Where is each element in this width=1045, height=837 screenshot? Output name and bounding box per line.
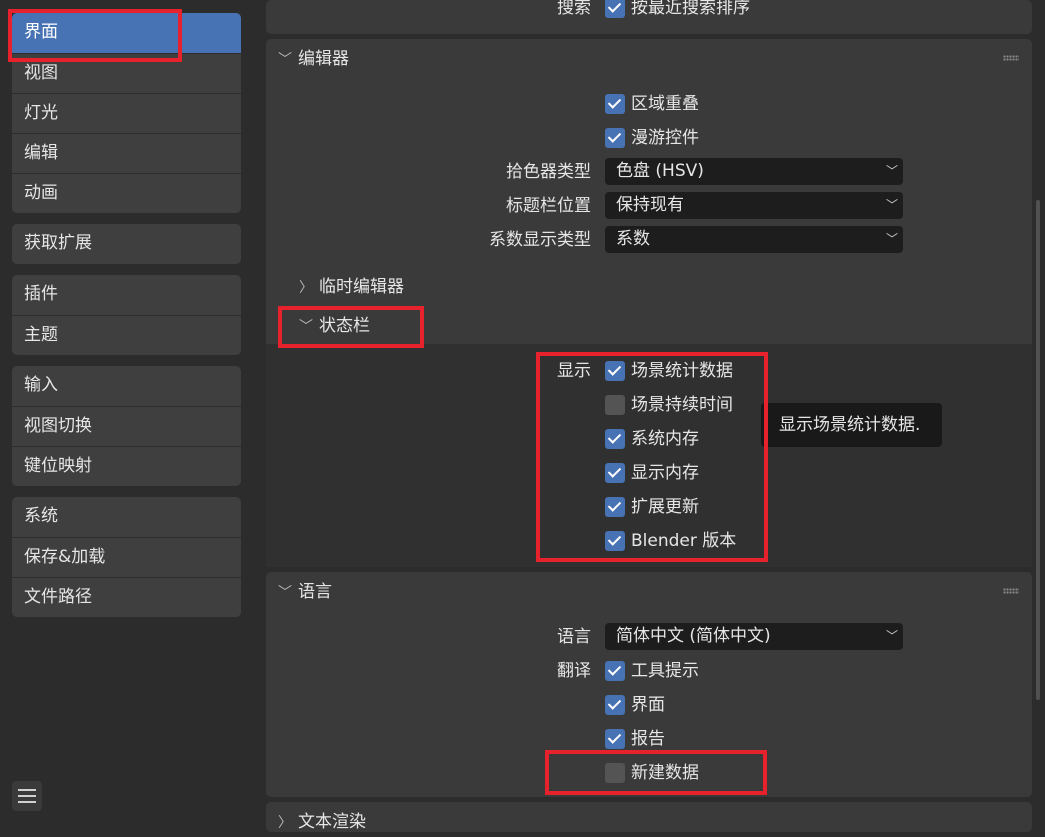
sidebar-group-4: 输入 视图切换 键位映射: [12, 366, 241, 486]
language-label: 语言: [557, 627, 591, 647]
chevron-down-icon: ﹀: [885, 164, 898, 178]
chevron-down-icon: ﹀: [885, 232, 898, 246]
editor-panel-header[interactable]: ﹀ 编辑器: [278, 45, 349, 73]
chevron-right-icon: 〉: [278, 815, 292, 831]
sidebar-group-1: 界面 视图 灯光 编辑 动画: [12, 13, 241, 213]
sidebar-group-3: 插件 主题: [12, 275, 241, 355]
sidebar-item-editing[interactable]: 编辑: [12, 133, 241, 173]
translate-label: 翻译: [557, 661, 591, 681]
tooltip: 显示场景统计数据.: [761, 403, 942, 447]
sidebar-item-viewport[interactable]: 视图: [12, 53, 241, 93]
checkbox-icon: [605, 497, 625, 517]
chevron-down-icon: ﹀: [278, 585, 292, 601]
checkbox-icon: [605, 94, 625, 114]
scene-statistics-checkbox[interactable]: 场景统计数据: [605, 359, 733, 383]
translate-reports-checkbox[interactable]: 报告: [605, 727, 665, 751]
translate-new-data-checkbox[interactable]: 新建数据: [605, 761, 699, 785]
sidebar-item-addons[interactable]: 插件: [12, 275, 241, 315]
checkbox-icon: [605, 661, 625, 681]
factor-display-type-label: 系数显示类型: [489, 230, 591, 250]
chevron-down-icon: ﹀: [299, 319, 313, 335]
region-overlap-checkbox[interactable]: 区域重叠: [605, 92, 699, 116]
chevron-down-icon: ﹀: [885, 629, 898, 643]
header-position-label: 标题栏位置: [506, 196, 591, 216]
checkbox-icon: [605, 0, 625, 18]
header-position-dropdown[interactable]: 保持现有 ﹀: [605, 192, 903, 219]
checkbox-icon: [605, 729, 625, 749]
status-bar-subpanel-header[interactable]: ﹀ 状态栏: [299, 312, 370, 340]
sidebar-item-system[interactable]: 系统: [12, 497, 241, 537]
system-memory-checkbox[interactable]: 系统内存: [605, 427, 699, 451]
sidebar-group-5: 系统 保存&加载 文件路径: [12, 497, 241, 617]
sidebar-item-navigation[interactable]: 视图切换: [12, 406, 241, 446]
sidebar-group-2: 获取扩展: [12, 224, 241, 264]
text-rendering-panel-header[interactable]: 〉文本渲染: [278, 808, 366, 836]
hamburger-menu-icon[interactable]: [12, 781, 42, 811]
sidebar-item-keymap[interactable]: 键位映射: [12, 446, 241, 486]
scrollbar-thumb[interactable]: [1036, 200, 1040, 700]
sidebar-item-file-paths[interactable]: 文件路径: [12, 577, 241, 617]
status-bar-show-label: 显示: [557, 361, 591, 381]
search-label: 搜索: [557, 0, 591, 18]
translate-interface-checkbox[interactable]: 界面: [605, 693, 665, 717]
sidebar-item-input[interactable]: 输入: [12, 366, 241, 406]
checkbox-icon: [605, 463, 625, 483]
checkbox-icon: [605, 695, 625, 715]
chevron-right-icon: 〉: [299, 280, 313, 296]
drag-grip-icon[interactable]: [1003, 55, 1019, 61]
sidebar: 界面 视图 灯光 编辑 动画 获取扩展 插件 主题 输入 视图切换 键位映射 系…: [0, 0, 254, 823]
checkbox-icon: [605, 763, 625, 783]
language-panel-header[interactable]: ﹀ 语言: [278, 578, 332, 606]
temp-editors-subpanel-header[interactable]: 〉临时编辑器: [299, 273, 404, 301]
translate-tooltips-checkbox[interactable]: 工具提示: [605, 659, 699, 683]
sidebar-item-save-load[interactable]: 保存&加载: [12, 537, 241, 577]
sidebar-item-lights[interactable]: 灯光: [12, 93, 241, 133]
chevron-down-icon: ﹀: [885, 198, 898, 212]
checkbox-icon: [605, 395, 625, 415]
scrollbar[interactable]: [1033, 0, 1045, 823]
blender-version-checkbox[interactable]: Blender 版本: [605, 529, 736, 553]
checkbox-icon: [605, 361, 625, 381]
sidebar-item-animation[interactable]: 动画: [12, 173, 241, 213]
scene-duration-checkbox[interactable]: 场景持续时间: [605, 393, 733, 417]
color-picker-type-dropdown[interactable]: 色盘 (HSV) ﹀: [605, 158, 903, 185]
drag-grip-icon[interactable]: [1003, 588, 1019, 594]
extension-updates-checkbox[interactable]: 扩展更新: [605, 495, 699, 519]
sidebar-item-get-extensions[interactable]: 获取扩展: [12, 224, 241, 264]
sidebar-item-themes[interactable]: 主题: [12, 315, 241, 355]
video-memory-checkbox[interactable]: 显示内存: [605, 461, 699, 485]
language-dropdown[interactable]: 简体中文 (简体中文) ﹀: [605, 623, 903, 650]
sort-by-recent-search-checkbox[interactable]: 按最近搜索排序: [605, 0, 750, 20]
sidebar-item-interface[interactable]: 界面: [12, 13, 241, 53]
navigation-controls-checkbox[interactable]: 漫游控件: [605, 126, 699, 150]
checkbox-icon: [605, 128, 625, 148]
checkbox-icon: [605, 531, 625, 551]
factor-display-type-dropdown[interactable]: 系数 ﹀: [605, 226, 903, 253]
color-picker-type-label: 拾色器类型: [506, 162, 591, 182]
text-rendering-panel: [266, 802, 1032, 832]
checkbox-icon: [605, 429, 625, 449]
chevron-down-icon: ﹀: [278, 52, 292, 68]
